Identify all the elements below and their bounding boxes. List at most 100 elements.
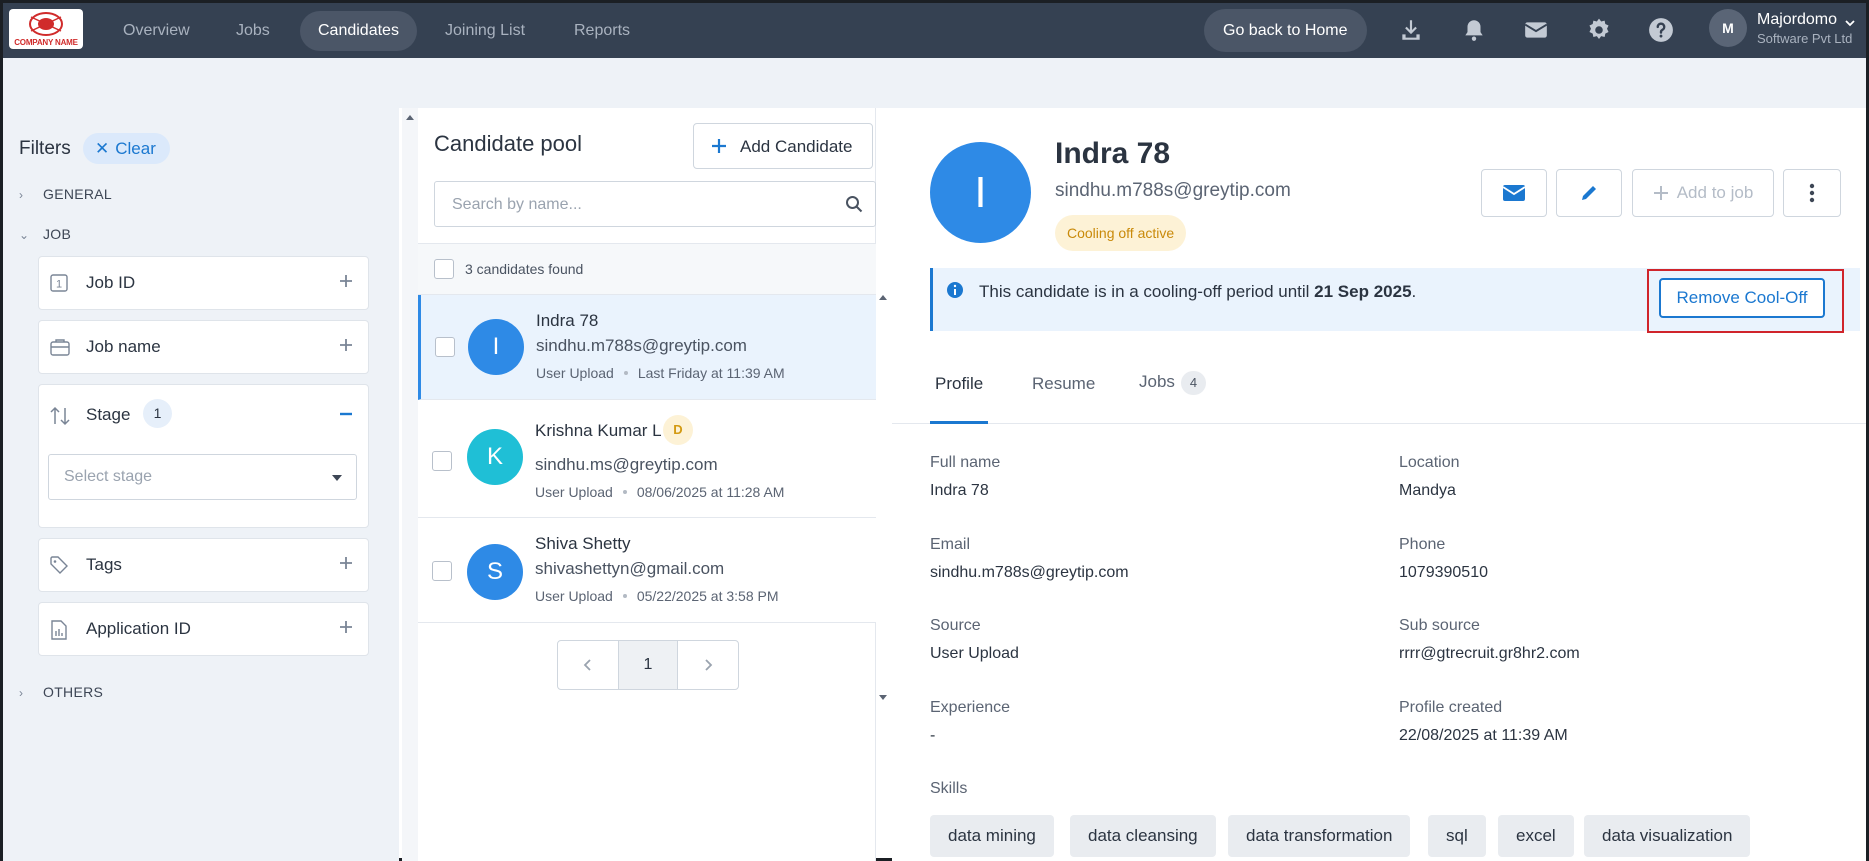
pencil-icon bbox=[1579, 183, 1599, 203]
filter-job-id[interactable]: 1 Job ID bbox=[38, 256, 369, 310]
page-number-button[interactable]: 1 bbox=[618, 641, 678, 689]
add-to-job-label: Add to job bbox=[1676, 183, 1754, 202]
jobs-count-badge: 4 bbox=[1180, 371, 1207, 395]
more-options-button[interactable] bbox=[1783, 169, 1841, 217]
filter-tags[interactable]: Tags bbox=[38, 538, 369, 592]
candidate-avatar: K bbox=[467, 429, 523, 485]
caret-down-icon bbox=[332, 475, 342, 481]
prev-page-button[interactable] bbox=[558, 641, 618, 689]
minus-icon[interactable] bbox=[338, 403, 354, 419]
candidate-row[interactable]: K Krishna Kumar L D sindhu.ms@greytip.co… bbox=[418, 400, 876, 518]
tab-jobs[interactable]: Jobs 4 bbox=[1139, 371, 1207, 395]
section-others[interactable]: › OTHERS bbox=[19, 684, 103, 700]
candidate-name[interactable]: Krishna Kumar L bbox=[535, 421, 662, 441]
plus-icon[interactable] bbox=[338, 337, 354, 353]
nav-joining-list[interactable]: Joining List bbox=[427, 11, 543, 51]
clear-filters-button[interactable]: ✕ Clear bbox=[83, 133, 170, 164]
filter-stage-label: Stage bbox=[86, 405, 131, 424]
stage-select[interactable]: Select stage bbox=[48, 454, 357, 500]
add-candidate-button[interactable]: Add Candidate bbox=[693, 123, 873, 169]
skills-label: Skills bbox=[930, 780, 968, 797]
skill-tag: data cleansing bbox=[1070, 815, 1216, 857]
section-job[interactable]: ⌄ JOB bbox=[19, 226, 71, 242]
download-icon[interactable] bbox=[1398, 17, 1424, 43]
email-label: Email bbox=[930, 536, 971, 553]
section-general-label: GENERAL bbox=[43, 186, 113, 202]
candidate-email: shivashettyn@gmail.com bbox=[535, 559, 725, 578]
candidate-row[interactable]: I Indra 78 sindhu.m788s@greytip.com User… bbox=[418, 295, 876, 400]
search-input[interactable]: Search by name... bbox=[434, 181, 876, 227]
svg-text:1: 1 bbox=[56, 279, 62, 291]
skill-tag: data transformation bbox=[1228, 815, 1411, 857]
nav-overview[interactable]: Overview bbox=[105, 11, 208, 51]
filter-stage: Stage 1 Select stage bbox=[38, 384, 369, 528]
nav-reports[interactable]: Reports bbox=[556, 11, 648, 51]
remove-cool-off-button[interactable]: Remove Cool-Off bbox=[1659, 278, 1825, 318]
chevron-down-icon[interactable] bbox=[1844, 17, 1856, 29]
candidate-row[interactable]: S Shiva Shetty shivashettyn@gmail.com Us… bbox=[418, 518, 876, 623]
search-icon[interactable] bbox=[845, 195, 863, 213]
profile-created-value: 22/08/2025 at 11:39 AM bbox=[1399, 727, 1568, 744]
clear-label: Clear bbox=[115, 139, 156, 158]
candidate-checkbox[interactable] bbox=[435, 337, 455, 357]
section-general[interactable]: › GENERAL bbox=[19, 186, 112, 202]
search-placeholder: Search by name... bbox=[452, 196, 582, 213]
number-icon: 1 bbox=[49, 273, 69, 293]
plus-icon bbox=[710, 137, 728, 155]
tab-jobs-label: Jobs bbox=[1139, 372, 1175, 391]
candidate-name[interactable]: Shiva Shetty bbox=[535, 534, 630, 554]
logo-text: COMPANY NAME bbox=[14, 38, 78, 47]
user-name[interactable]: Majordomo bbox=[1757, 11, 1837, 29]
help-icon[interactable] bbox=[1648, 17, 1674, 43]
source-label: Source bbox=[930, 617, 981, 634]
select-all-checkbox[interactable] bbox=[434, 259, 454, 279]
mail-icon bbox=[1502, 184, 1526, 202]
filters-scrollbar[interactable] bbox=[402, 108, 418, 861]
plus-icon[interactable] bbox=[338, 619, 354, 635]
filter-job-id-label: Job ID bbox=[86, 273, 136, 292]
company-logo[interactable]: COMPANY NAME bbox=[9, 9, 83, 49]
location-value: Mandya bbox=[1399, 482, 1456, 499]
filter-tags-label: Tags bbox=[86, 555, 122, 574]
candidate-email: sindhu.ms@greytip.com bbox=[535, 455, 718, 474]
candidate-pool-title: Candidate pool bbox=[434, 131, 583, 156]
tab-resume[interactable]: Resume bbox=[1032, 374, 1095, 394]
mail-icon[interactable] bbox=[1523, 17, 1549, 43]
user-avatar[interactable]: M bbox=[1709, 9, 1747, 47]
top-navbar: COMPANY NAME Overview Jobs Candidates Jo… bbox=[3, 3, 1866, 58]
candidate-source: User Upload bbox=[535, 588, 613, 604]
go-back-home-button[interactable]: Go back to Home bbox=[1204, 9, 1367, 52]
experience-value: - bbox=[930, 727, 936, 744]
plus-icon bbox=[1653, 185, 1669, 201]
candidate-detail-name: Indra 78 bbox=[1055, 137, 1171, 170]
candidate-meta: User Upload 05/22/2025 at 3:58 PM bbox=[535, 588, 779, 604]
gear-icon[interactable] bbox=[1586, 17, 1612, 43]
candidate-checkbox[interactable] bbox=[432, 451, 452, 471]
candidate-name[interactable]: Indra 78 bbox=[536, 311, 598, 331]
next-page-button[interactable] bbox=[678, 641, 738, 689]
chevron-right-icon: › bbox=[19, 188, 24, 202]
bell-icon[interactable] bbox=[1461, 17, 1487, 43]
filter-application-id[interactable]: Application ID bbox=[38, 602, 369, 656]
add-to-job-button[interactable]: Add to job bbox=[1632, 169, 1774, 217]
stage-count-badge: 1 bbox=[143, 399, 172, 428]
nav-candidates[interactable]: Candidates bbox=[300, 11, 417, 51]
edit-candidate-button[interactable] bbox=[1556, 169, 1622, 217]
experience-label: Experience bbox=[930, 699, 1011, 716]
plus-icon[interactable] bbox=[338, 273, 354, 289]
candidate-duplicate-badge: D bbox=[663, 415, 693, 445]
cooling-off-message: This candidate is in a cooling-off perio… bbox=[979, 282, 1416, 302]
plus-icon[interactable] bbox=[338, 555, 354, 571]
tab-profile[interactable]: Profile bbox=[935, 374, 983, 394]
skill-tag: data visualization bbox=[1584, 815, 1751, 857]
full-name-value: Indra 78 bbox=[930, 482, 989, 499]
detail-tabs: Profile Resume Jobs 4 bbox=[892, 344, 1866, 424]
chevron-right-icon: › bbox=[19, 686, 24, 700]
email-candidate-button[interactable] bbox=[1481, 169, 1547, 217]
cooling-off-end: . bbox=[1411, 282, 1417, 301]
nav-jobs[interactable]: Jobs bbox=[218, 11, 288, 51]
candidate-source: User Upload bbox=[535, 484, 613, 500]
filter-job-name[interactable]: Job name bbox=[38, 320, 369, 374]
candidate-list-scrollbar[interactable] bbox=[876, 290, 890, 705]
candidate-checkbox[interactable] bbox=[432, 561, 452, 581]
